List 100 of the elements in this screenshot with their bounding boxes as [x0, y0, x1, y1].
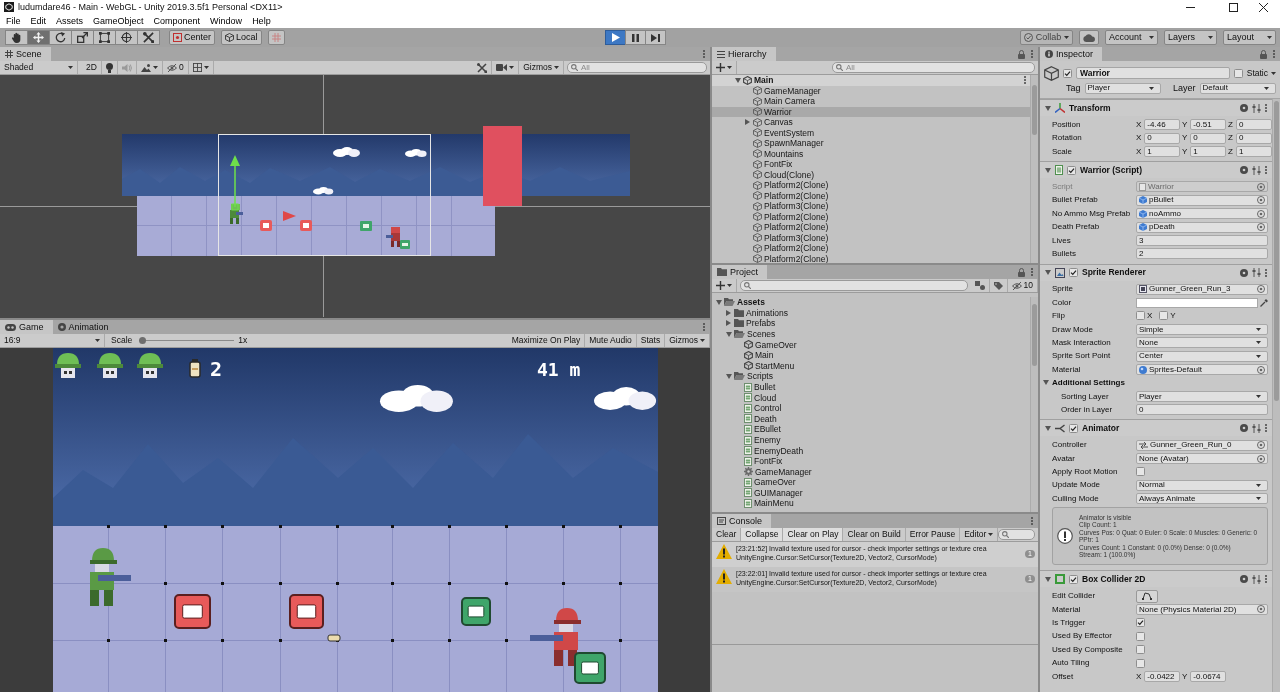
dropdown[interactable]: Center — [1136, 350, 1268, 362]
toolbar-button[interactable]: Collapse — [741, 528, 784, 541]
panel-tab[interactable]: Game — [0, 320, 53, 334]
object-field[interactable]: Sprites-Default — [1136, 364, 1268, 376]
selection-frame[interactable] — [218, 134, 431, 256]
pivot-button[interactable]: Center — [169, 30, 215, 45]
checkbox[interactable] — [1067, 165, 1076, 175]
eyedropper-icon[interactable] — [1260, 298, 1268, 307]
sliders-icon[interactable] — [1252, 574, 1261, 584]
number-field[interactable]: -0.51 — [1190, 119, 1226, 131]
object-field[interactable]: None (Avatar) — [1136, 453, 1268, 464]
object-field[interactable]: Gunner_Green_Run_0 — [1136, 439, 1268, 451]
number-field[interactable]: 0 — [1235, 119, 1272, 131]
project-item[interactable]: Bullet — [712, 381, 1030, 393]
panel-tab[interactable]: Hierarchy — [712, 47, 776, 61]
project-item[interactable]: GameManager — [712, 466, 1030, 478]
ring-icon[interactable] — [1240, 104, 1248, 112]
checkbox[interactable] — [1136, 658, 1145, 668]
scrollbar[interactable] — [1272, 99, 1280, 692]
number-field[interactable]: 0 — [1144, 132, 1180, 144]
menu-item[interactable]: File — [1, 15, 26, 27]
rotate-tool-button[interactable] — [49, 30, 72, 45]
scrollbar[interactable] — [1030, 297, 1038, 512]
scrollbar-thumb[interactable] — [1032, 85, 1037, 135]
project-item[interactable]: Scripts — [712, 371, 1030, 382]
object-field[interactable]: pDeath — [1136, 221, 1268, 233]
target-icon[interactable] — [1257, 365, 1265, 374]
layout-dropdown[interactable]: Layout — [1223, 30, 1276, 45]
number-field[interactable]: 0 — [1190, 132, 1226, 144]
toolbar-toggle[interactable]: Maximize On Play — [507, 334, 586, 347]
layers-dropdown[interactable]: Layers — [1164, 30, 1217, 45]
checkbox[interactable] — [1136, 645, 1145, 655]
toolbar-button[interactable]: Clear on Play — [783, 528, 844, 541]
sliders-icon[interactable] — [1252, 268, 1261, 277]
caret-down-icon[interactable] — [726, 331, 732, 337]
object-field[interactable]: Gunner_Green_Run_3 — [1136, 283, 1268, 295]
menu-item[interactable]: Window — [205, 15, 248, 27]
checkbox[interactable] — [1069, 574, 1078, 584]
toolbar-toggle[interactable]: Stats — [636, 334, 666, 347]
ring-icon[interactable] — [1240, 424, 1248, 433]
ring-icon[interactable] — [1240, 166, 1248, 175]
hierarchy-item[interactable]: Cloud(Clone) — [712, 169, 1030, 180]
ring-icon[interactable] — [1240, 268, 1248, 277]
hierarchy-item[interactable]: Platform2(Clone) — [712, 211, 1030, 222]
caret-right-icon[interactable] — [726, 320, 731, 327]
toolbar-button[interactable]: Clear on Build — [843, 528, 906, 541]
hierarchy-item[interactable]: Main Camera — [712, 96, 1030, 107]
menu-item[interactable]: GameObject — [88, 15, 149, 27]
scrollbar[interactable] — [1030, 75, 1038, 263]
project-item[interactable]: EnemyDeath — [712, 445, 1030, 456]
project-item[interactable]: Cloud — [712, 392, 1030, 403]
target-icon[interactable] — [1257, 285, 1265, 294]
text-field[interactable]: 3 — [1136, 234, 1268, 246]
menu-item[interactable]: Component — [148, 15, 206, 27]
project-item[interactable]: Animations — [712, 307, 1030, 319]
search-field[interactable]: All — [567, 62, 707, 73]
caret-down-icon[interactable] — [726, 373, 732, 379]
shading-dropdown[interactable]: Shaded — [0, 61, 78, 74]
search-field[interactable] — [998, 529, 1035, 540]
space-button[interactable]: Local — [221, 30, 262, 45]
ring-icon[interactable] — [1240, 575, 1248, 584]
name-field[interactable]: Warrior — [1076, 67, 1230, 79]
caret-down-icon[interactable] — [1045, 425, 1051, 431]
hidden-packages-toggle[interactable]: 10 — [1007, 279, 1038, 292]
panel-tab[interactable]: Console — [712, 514, 772, 528]
project-item[interactable]: EBullet — [712, 424, 1030, 435]
sliders-icon[interactable] — [1252, 165, 1261, 175]
menu-item[interactable]: Help — [247, 15, 276, 27]
caret-down-icon[interactable] — [1043, 380, 1049, 386]
object-field[interactable]: noAmmo — [1136, 208, 1268, 220]
rect-tool-button[interactable] — [93, 30, 116, 45]
search-field[interactable]: All — [832, 62, 1035, 73]
hand-tool-button[interactable] — [5, 30, 28, 45]
project-item[interactable]: Scenes — [712, 328, 1030, 340]
checkbox[interactable] — [1069, 423, 1078, 433]
checkbox[interactable] — [1136, 631, 1145, 641]
mode-2d-button[interactable]: 2D — [82, 61, 102, 74]
checkbox[interactable] — [1233, 68, 1243, 78]
project-item[interactable]: GUIManager — [712, 487, 1030, 499]
gizmos-dropdown[interactable]: Gizmos — [519, 61, 564, 74]
hierarchy-item[interactable]: Platform2(Clone) — [712, 190, 1030, 201]
number-field[interactable]: -4.46 — [1144, 119, 1180, 131]
object-field[interactable]: None (Physics Material 2D) — [1136, 603, 1268, 615]
menu-item[interactable]: Assets — [51, 15, 89, 27]
cloud-button[interactable] — [1079, 30, 1099, 45]
project-item[interactable]: FontFix — [712, 455, 1030, 467]
scrollbar-thumb[interactable] — [1032, 304, 1037, 366]
scrollbar-thumb[interactable] — [1274, 101, 1279, 401]
number-field[interactable]: 1 — [1190, 145, 1226, 157]
hierarchy-item[interactable]: Platform2(Clone) — [712, 243, 1030, 254]
toolbar-toggle[interactable]: Mute Audio — [585, 334, 637, 347]
project-item[interactable]: Enemy — [712, 434, 1030, 446]
sliders-icon[interactable] — [1252, 423, 1261, 433]
caret-down-icon[interactable] — [1045, 576, 1051, 582]
account-dropdown[interactable]: Account — [1105, 30, 1158, 45]
hierarchy-item[interactable]: Mountains — [712, 148, 1030, 159]
number-field[interactable]: 0 — [1235, 132, 1272, 144]
tag-dropdown[interactable]: Player — [1084, 82, 1161, 94]
checkbox[interactable] — [1069, 268, 1078, 277]
dropdown[interactable]: Simple — [1136, 323, 1268, 335]
